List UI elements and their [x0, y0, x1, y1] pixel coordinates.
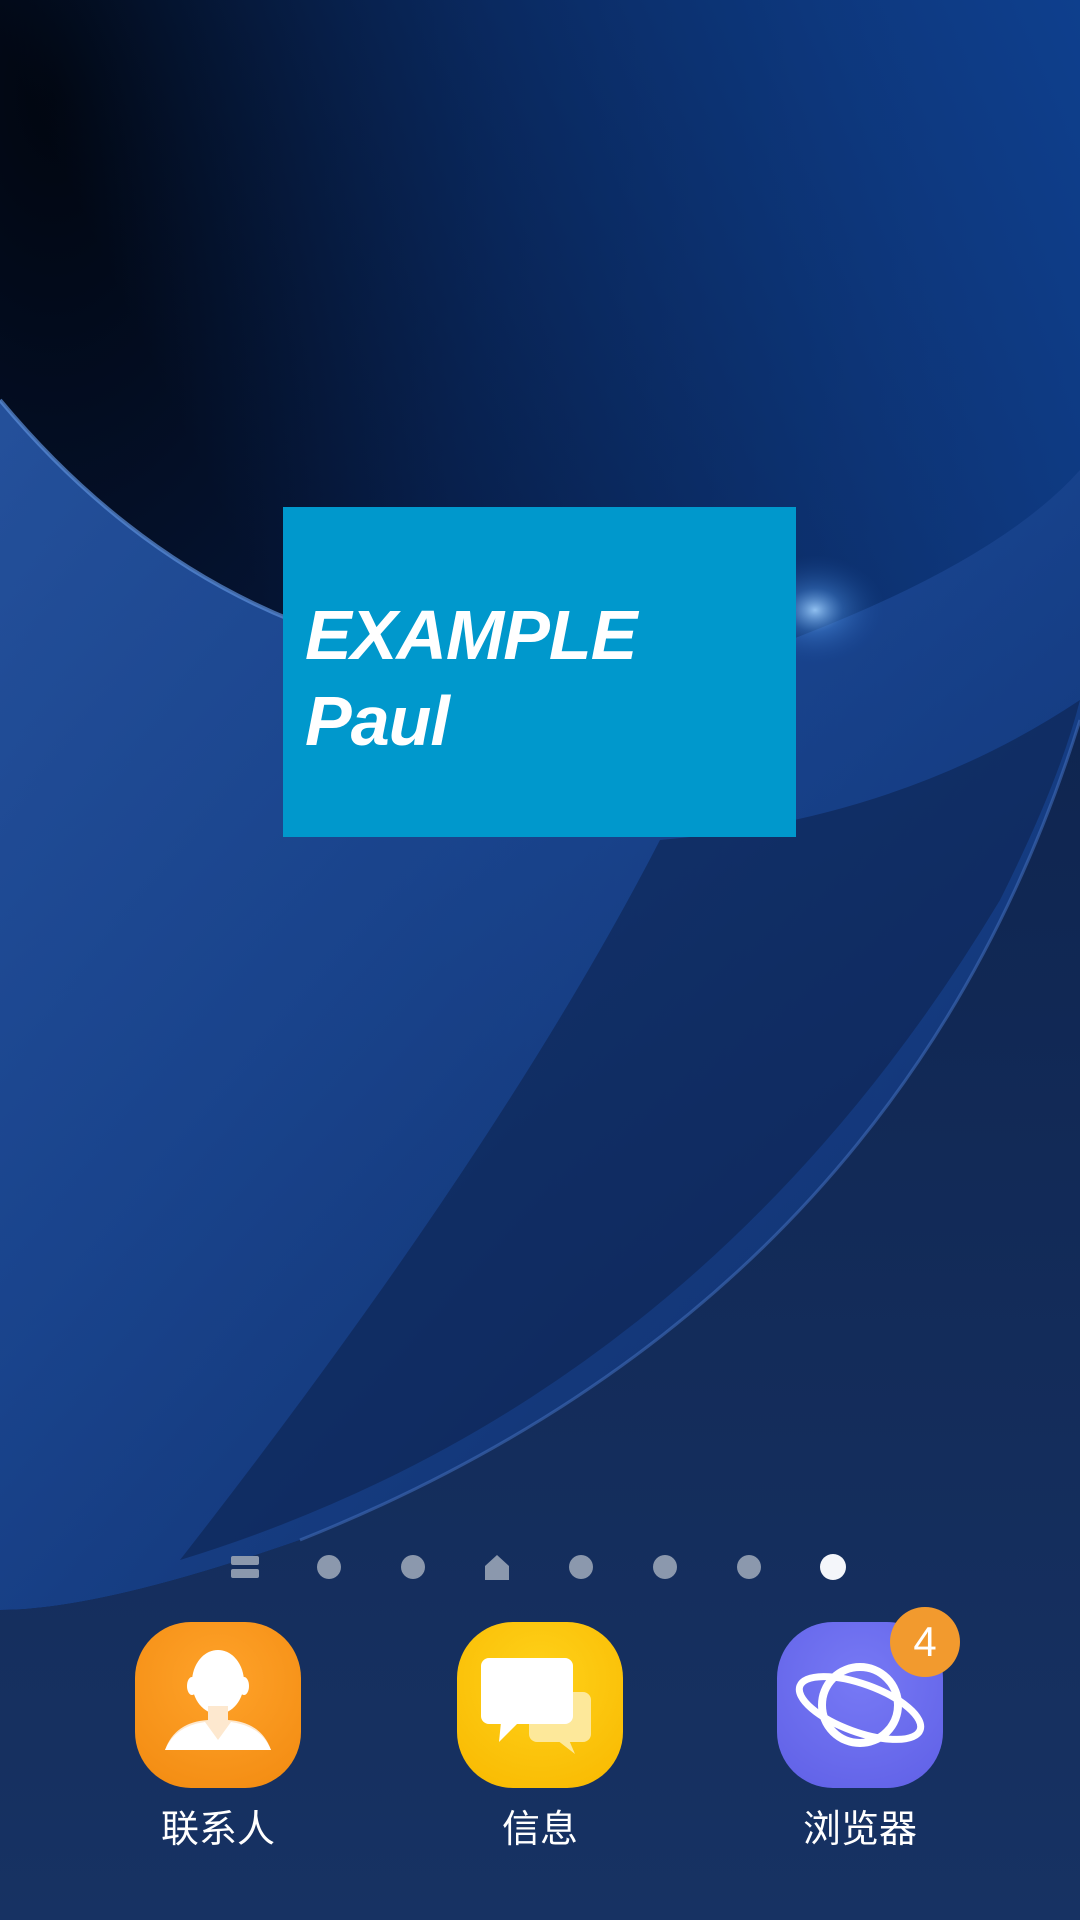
page-dot[interactable] [566, 1552, 596, 1582]
home-icon[interactable] [482, 1552, 512, 1582]
messages-icon[interactable] [457, 1622, 623, 1788]
dock-app-contacts[interactable]: 联系人 [108, 1622, 328, 1862]
page-dot[interactable] [734, 1552, 764, 1582]
page-dot[interactable] [650, 1552, 680, 1582]
notification-badge: 4 [890, 1607, 960, 1677]
dock-app-label: 联系人 [160, 1807, 275, 1851]
dock-app-label: 浏览器 [802, 1807, 917, 1851]
dock-app-label: 信息 [501, 1807, 578, 1851]
page-indicator [0, 1552, 1080, 1582]
widget-title: EXAMPLE [305, 596, 637, 674]
page-dot-active[interactable] [818, 1552, 848, 1582]
contacts-icon[interactable] [135, 1622, 301, 1788]
home-screen: EXAMPLE Paul 联系人 信息 浏览器 4 [0, 0, 1080, 1920]
dock-app-messages[interactable]: 信息 [430, 1622, 650, 1862]
widget-subtitle: Paul [305, 682, 450, 760]
page-dot[interactable] [314, 1552, 344, 1582]
page-dot[interactable] [398, 1552, 428, 1582]
apps-list-icon[interactable] [230, 1552, 260, 1582]
example-widget[interactable]: EXAMPLE Paul [283, 507, 796, 837]
